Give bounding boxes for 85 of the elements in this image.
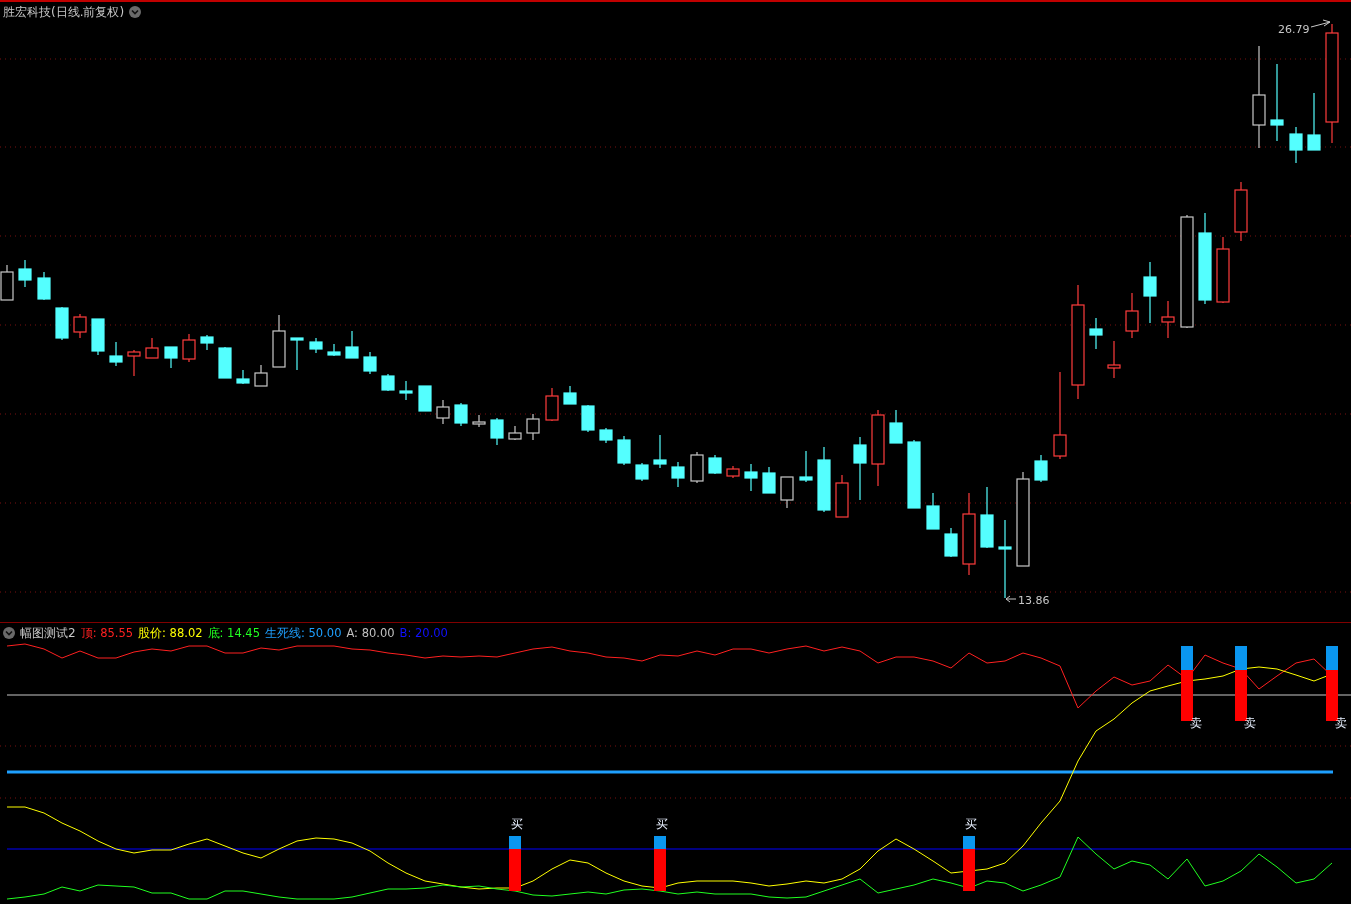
candlestick [907,439,921,509]
low-price-label: 13.86 [1018,594,1050,607]
candlestick [617,435,631,466]
candlestick [744,463,758,492]
candlestick [309,337,323,354]
candlestick [1289,126,1303,164]
candlestick [1107,340,1121,379]
candlestick [1307,92,1321,151]
buy-signal-bar [963,836,975,891]
candlestick [399,380,413,401]
candlestick [454,402,468,427]
candlestick [127,349,141,377]
sell-signal-label: 卖 [1190,716,1202,730]
candlestick [835,474,849,518]
candlestick [635,462,649,482]
candlestick [980,486,994,549]
candlestick [671,461,685,488]
buy-signal-bar [509,836,521,891]
candlestick [1034,454,1048,483]
candlestick [436,399,450,425]
candlestick [327,343,341,357]
candlestick [762,466,776,494]
candlestick [599,427,613,444]
candlestick [508,425,522,441]
candlestick [200,334,214,351]
candlestick [182,333,196,363]
candlestick [164,346,178,369]
dropdown-icon[interactable] [3,627,15,639]
candlestick [653,434,667,469]
candlestick [145,337,159,359]
indicator-value: 股价: 88.02 [138,626,203,640]
candlestick [1125,292,1139,339]
candlestick [55,306,69,341]
candlestick [581,404,595,433]
indicator-value: A: 80.00 [346,626,395,640]
candlestick [1234,181,1248,242]
candlestick [18,259,32,288]
indicator-value: 底: 14.45 [207,626,260,640]
candlestick [944,527,958,558]
candlestick [1089,317,1103,350]
candlestick [254,364,268,387]
indicator-value: B: 20.00 [399,626,448,640]
candlestick [889,409,903,444]
candlestick [37,271,51,301]
indicator-value: 顶: 85.55 [80,626,134,640]
candlestick [272,314,286,368]
arrow-icon [1005,595,1017,603]
candlestick [381,373,395,392]
high-price-label: 26.79 [1278,23,1310,36]
candlestick [853,436,867,501]
candlestick [236,369,250,385]
sell-signal-label: 卖 [1244,716,1256,730]
candlestick [73,313,87,339]
candlestick [290,337,304,371]
candlestick [109,341,123,367]
chart-title: 胜宏科技(日线.前复权) [3,5,125,19]
buy-signal-label: 买 [656,817,668,831]
buy-signal-bar [654,836,666,891]
dropdown-icon[interactable] [129,6,142,18]
indicator-name: 幅图测试2 [20,626,76,640]
candlestick [708,454,722,475]
candlestick [690,451,704,484]
candlestick [563,385,577,405]
candlestick [472,414,486,428]
candlestick [418,385,432,412]
candlestick [545,387,559,422]
candlestick [780,476,794,509]
candlestick [490,417,504,446]
candlestick [799,450,813,483]
candlestick [817,446,831,513]
candlestick [1216,236,1230,304]
candlestick [363,351,377,375]
candlestick [726,465,740,479]
candlestick [1143,261,1157,324]
buy-signal-label: 买 [511,817,523,831]
candlestick [926,492,940,530]
buy-signal-label: 买 [965,817,977,831]
candlestick [218,346,232,379]
candlestick [1161,300,1175,339]
sell-signal-label: 卖 [1335,716,1347,730]
arrow-icon [1310,19,1331,28]
candlestick [345,330,359,359]
candlestick [526,413,540,441]
candlestick [91,318,105,356]
indicator-value: 生死线: 50.00 [265,626,342,640]
